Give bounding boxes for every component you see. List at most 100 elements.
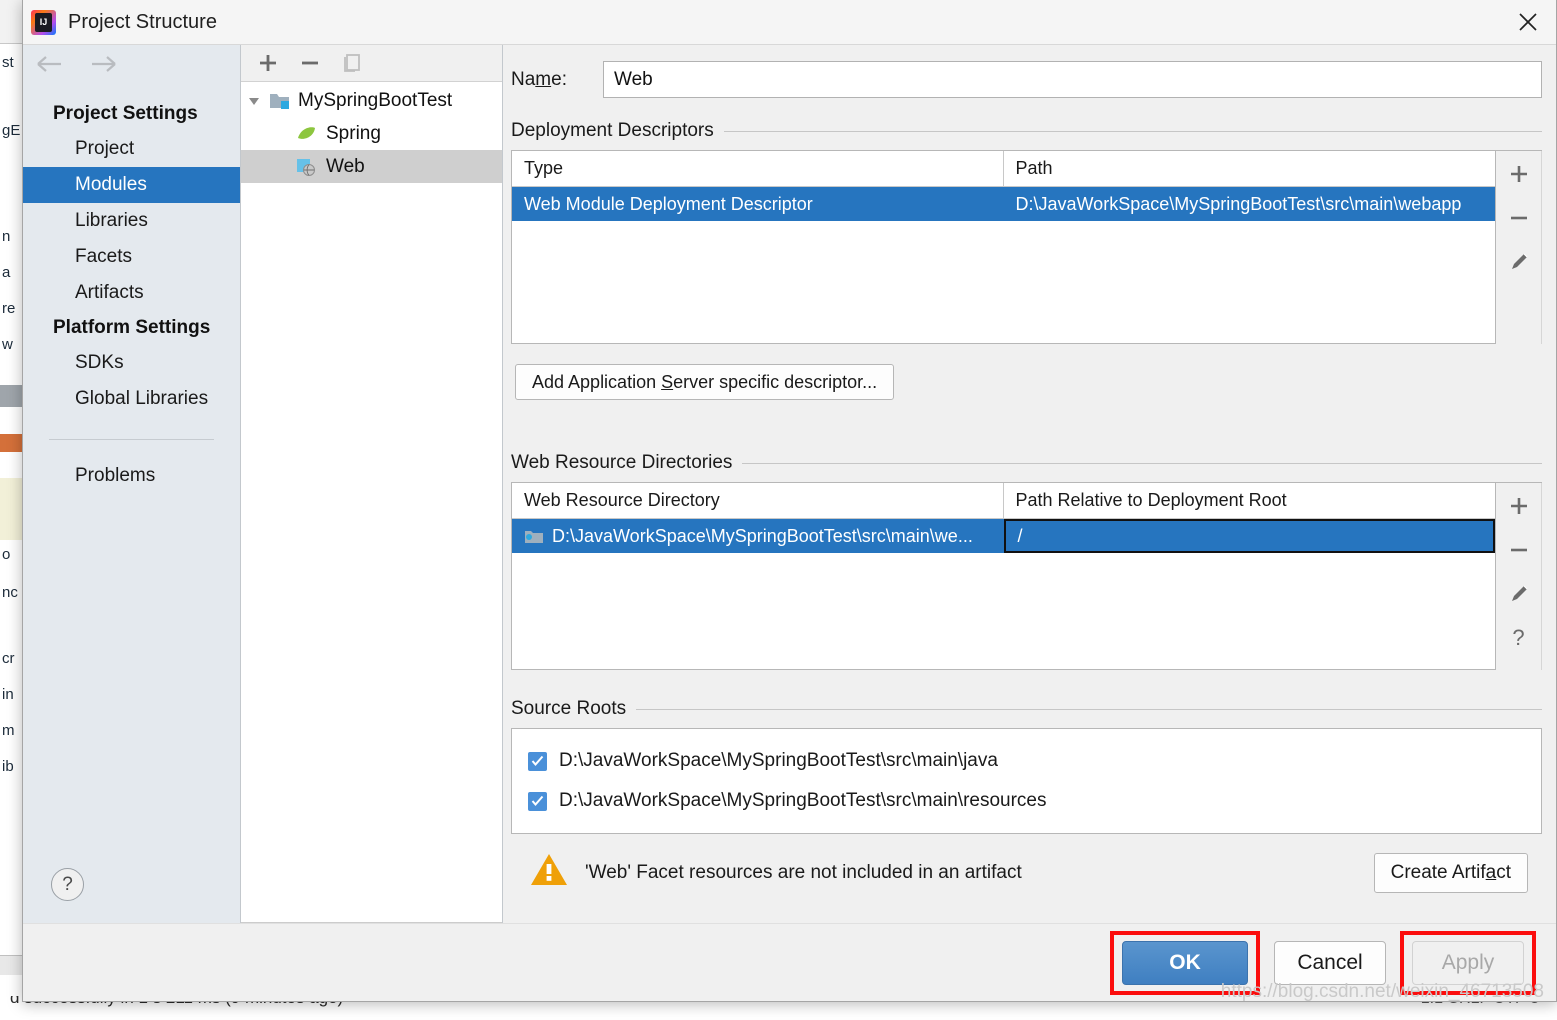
close-icon[interactable] [1500, 0, 1556, 44]
web-resource-help-button[interactable]: ? [1501, 621, 1537, 655]
btn-mnemonic: S [661, 372, 673, 392]
source-root-checkbox[interactable] [528, 752, 547, 771]
column-header-path[interactable]: Path [1004, 151, 1496, 186]
arrow-right-icon[interactable] [89, 55, 119, 73]
cell-relative-path-editor[interactable]: / [1004, 519, 1496, 553]
add-server-descriptor-row: Add Application Server specific descript… [511, 364, 1542, 400]
intellij-idea-logo-icon: IJ [31, 10, 56, 35]
edit-web-resource-button[interactable] [1501, 577, 1537, 611]
sidebar-group-platform-settings: Platform Settings [23, 311, 240, 345]
web-facet-icon [293, 157, 319, 176]
tree-node-myspringboottest[interactable]: MySpringBootTest [241, 84, 502, 117]
bg-frag-5: w [2, 336, 13, 353]
tree-node-spring[interactable]: Spring [241, 117, 502, 150]
add-web-resource-button[interactable] [1501, 489, 1537, 523]
module-name-input[interactable] [603, 61, 1542, 98]
module-tree-toolbar [241, 45, 502, 82]
sidebar-item-sdks[interactable]: SDKs [23, 345, 240, 381]
sidebar-item-modules[interactable]: Modules [23, 167, 240, 203]
chevron-down-icon[interactable] [241, 94, 267, 108]
sidebar-list: Project Settings Project Modules Librari… [23, 83, 240, 494]
ok-button-highlight: OK [1110, 931, 1260, 995]
source-root-label: D:\JavaWorkSpace\MySpringBootTest\src\ma… [559, 750, 998, 772]
minus-icon[interactable] [299, 52, 321, 74]
name-label-part2: e: [551, 69, 567, 90]
cancel-button[interactable]: Cancel [1274, 941, 1386, 985]
column-header-path-relative[interactable]: Path Relative to Deployment Root [1004, 483, 1496, 518]
module-tree-items: MySpringBootTest Spring [241, 82, 502, 922]
artifact-warning-row: 'Web' Facet resources are not included i… [511, 834, 1542, 893]
deployment-descriptors-actions [1496, 151, 1542, 344]
btn-text-part1: Create Artif [1391, 862, 1486, 883]
dialog-titlebar: IJ Project Structure [23, 0, 1556, 45]
name-label-part1: Na [511, 69, 535, 90]
warning-triangle-icon [529, 852, 569, 893]
btn-text-part2: erver specific descriptor... [673, 372, 877, 392]
table-row[interactable]: D:\JavaWorkSpace\MySpringBootTest\src\ma… [512, 519, 1495, 553]
sidebar-item-libraries[interactable]: Libraries [23, 203, 240, 239]
module-settings-panel: Name: Deployment Descriptors Type Path [503, 45, 1556, 923]
bg-frag-9: in [2, 686, 14, 703]
sidebar-divider [49, 439, 214, 440]
remove-descriptor-button[interactable] [1501, 201, 1537, 235]
module-name-row: Name: [511, 61, 1542, 98]
column-header-type[interactable]: Type [512, 151, 1004, 186]
bg-frag-7: nc [2, 584, 18, 601]
add-descriptor-button[interactable] [1501, 157, 1537, 191]
sidebar-item-global-libraries[interactable]: Global Libraries [23, 381, 240, 417]
remove-web-resource-button[interactable] [1501, 533, 1537, 567]
bg-frag-6: o [2, 546, 10, 563]
arrow-left-icon[interactable] [35, 55, 65, 73]
section-divider [636, 709, 1542, 710]
btn-mnemonic: a [1486, 862, 1497, 883]
deployment-descriptors-table: Type Path Web Module Deployment Descript… [511, 151, 1496, 344]
create-artifact-button[interactable]: Create Artifact [1374, 853, 1528, 893]
deployment-descriptors-table-wrap: Type Path Web Module Deployment Descript… [511, 150, 1542, 344]
bg-frag-8: cr [2, 650, 15, 667]
dialog-body: Project Settings Project Modules Librari… [23, 45, 1556, 923]
plus-icon[interactable] [257, 52, 279, 74]
copy-icon [341, 52, 363, 74]
btn-text-part2: ct [1496, 862, 1511, 883]
sidebar-item-project[interactable]: Project [23, 131, 240, 167]
list-item[interactable]: D:\JavaWorkSpace\MySpringBootTest\src\ma… [512, 781, 1541, 821]
module-tree-panel: MySpringBootTest Spring [241, 45, 503, 923]
tree-node-label: MySpringBootTest [298, 90, 452, 112]
sidebar-nav-arrows [23, 45, 240, 83]
add-application-server-descriptor-button[interactable]: Add Application Server specific descript… [515, 364, 894, 400]
bg-frag-0: st [2, 54, 14, 71]
deployment-descriptors-title: Deployment Descriptors [511, 120, 714, 142]
tree-node-web[interactable]: Web [241, 150, 502, 183]
table-row[interactable]: Web Module Deployment Descriptor D:\Java… [512, 187, 1495, 221]
module-folder-icon [267, 91, 293, 110]
module-name-label: Name: [511, 69, 591, 91]
name-label-mnemonic: m [535, 69, 551, 90]
help-button[interactable]: ? [51, 868, 84, 901]
sidebar-item-problems[interactable]: Problems [23, 458, 240, 494]
apply-button-highlight: Apply [1400, 931, 1536, 995]
source-root-checkbox[interactable] [528, 792, 547, 811]
dialog-title: Project Structure [68, 11, 217, 34]
tree-node-label: Spring [326, 123, 381, 145]
folder-web-icon [524, 528, 544, 545]
table-header-row: Web Resource Directory Path Relative to … [512, 483, 1495, 519]
source-roots-header: Source Roots [511, 698, 1542, 720]
bg-frag-3: a [2, 264, 10, 281]
settings-sidebar: Project Settings Project Modules Librari… [23, 45, 241, 923]
cell-descriptor-type: Web Module Deployment Descriptor [512, 187, 1004, 221]
section-divider [742, 463, 1542, 464]
ok-button[interactable]: OK [1122, 941, 1248, 985]
web-resource-directories-actions: ? [1496, 483, 1542, 670]
bg-frag-1: gE [2, 122, 20, 139]
web-resource-directories-table: Web Resource Directory Path Relative to … [511, 483, 1496, 670]
cell-web-resource-directory: D:\JavaWorkSpace\MySpringBootTest\src\ma… [512, 519, 1004, 553]
edit-descriptor-button[interactable] [1501, 245, 1537, 279]
sidebar-item-facets[interactable]: Facets [23, 239, 240, 275]
cell-web-resource-directory-text: D:\JavaWorkSpace\MySpringBootTest\src\ma… [552, 526, 973, 547]
sidebar-item-artifacts[interactable]: Artifacts [23, 275, 240, 311]
list-item[interactable]: D:\JavaWorkSpace\MySpringBootTest\src\ma… [512, 741, 1541, 781]
section-divider [724, 131, 1542, 132]
column-header-web-resource-directory[interactable]: Web Resource Directory [512, 483, 1004, 518]
apply-button: Apply [1412, 941, 1524, 985]
deployment-descriptors-header: Deployment Descriptors [511, 120, 1542, 142]
